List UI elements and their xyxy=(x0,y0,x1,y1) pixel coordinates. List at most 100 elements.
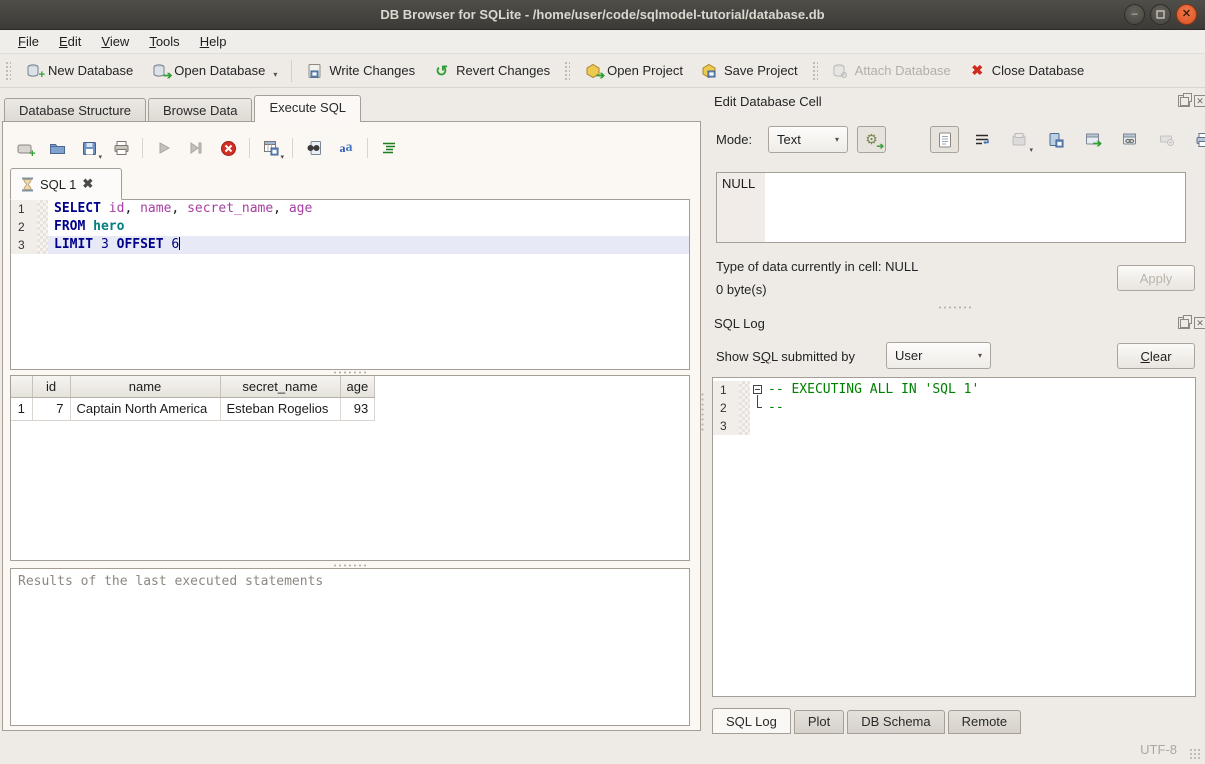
cell-value-editor[interactable]: NULL xyxy=(716,172,1186,243)
toolbar-drag-handle[interactable] xyxy=(812,61,818,81)
auto-switch-mode-button[interactable]: ⚙ ➔ xyxy=(857,126,886,153)
set-null-button[interactable] xyxy=(1152,126,1181,153)
print-cell-button[interactable] xyxy=(1189,126,1205,153)
cell-value: NULL xyxy=(717,173,765,242)
mode-select[interactable]: Text▾ xyxy=(768,126,848,153)
attach-database-button[interactable]: Attach Database xyxy=(823,58,960,83)
print-button[interactable] xyxy=(108,136,134,160)
table-row[interactable]: 1 7 Captain North America Esteban Rogeli… xyxy=(11,397,375,420)
menu-help[interactable]: Help xyxy=(190,31,237,52)
column-header-secret-name[interactable]: secret_name xyxy=(220,376,340,397)
column-header-age[interactable]: age xyxy=(340,376,375,397)
maximize-icon[interactable] xyxy=(1150,4,1171,25)
write-changes-icon xyxy=(306,62,323,79)
copy-link-button[interactable] xyxy=(1115,126,1144,153)
sql-token: SELECT xyxy=(54,201,101,216)
import-data-button[interactable]: ▾ xyxy=(1004,126,1033,153)
import-data-icon xyxy=(1010,131,1027,148)
text-cursor xyxy=(179,237,180,250)
close-dock-icon[interactable]: ✕ xyxy=(1194,317,1205,329)
fold-margin xyxy=(37,200,48,218)
open-sql-file-button[interactable] xyxy=(44,136,70,160)
stop-button[interactable] xyxy=(215,136,241,160)
format-sql-button[interactable] xyxy=(376,136,402,160)
sql-editor-toolbar: + ▾ xyxy=(12,136,402,160)
chevron-down-icon: ▾ xyxy=(835,135,839,144)
save-sql-file-button[interactable]: ▾ xyxy=(76,136,102,160)
revert-changes-button[interactable]: ↺ Revert Changes xyxy=(424,58,559,83)
close-database-button[interactable]: ✖ Close Database xyxy=(960,58,1094,83)
execute-line-button[interactable] xyxy=(183,136,209,160)
fold-marker[interactable] xyxy=(750,381,766,399)
sql-editor[interactable]: 1 SELECT id, name, secret_name, age 2 FR… xyxy=(10,199,690,370)
cell-name[interactable]: Captain North America xyxy=(70,397,220,420)
dock-tab-remote[interactable]: Remote xyxy=(948,710,1022,734)
open-external-button[interactable]: ➔ xyxy=(1078,126,1107,153)
clear-log-button[interactable]: Clear xyxy=(1117,343,1195,369)
toolbar-separator xyxy=(292,138,293,158)
dock-tab-db-schema[interactable]: DB Schema xyxy=(847,710,944,734)
open-database-dropdown-icon[interactable]: ▾ xyxy=(273,70,277,79)
row-number: 1 xyxy=(11,397,32,420)
close-dock-icon[interactable]: ✕ xyxy=(1194,95,1205,107)
export-data-button[interactable] xyxy=(1041,126,1070,153)
new-database-button[interactable]: + New Database xyxy=(16,58,142,83)
find-button[interactable] xyxy=(301,136,327,160)
attach-database-icon xyxy=(832,62,849,79)
dock-tab-sql-log[interactable]: SQL Log xyxy=(712,708,791,734)
toolbar-drag-handle[interactable] xyxy=(564,61,570,81)
export-data-icon xyxy=(1047,131,1064,148)
tab-browse-data[interactable]: Browse Data xyxy=(148,98,252,122)
menu-edit[interactable]: Edit xyxy=(49,31,91,52)
title-bar[interactable]: DB Browser for SQLite - /home/user/code/… xyxy=(0,0,1205,30)
close-database-icon: ✖ xyxy=(969,62,986,79)
cell-secret-name[interactable]: Esteban Rogelios xyxy=(220,397,340,420)
menu-view[interactable]: View xyxy=(91,31,139,52)
apply-button[interactable]: Apply xyxy=(1117,265,1195,291)
tab-database-structure[interactable]: Database Structure xyxy=(4,98,146,122)
log-line-1: 1 -- EXECUTING ALL IN 'SQL 1' xyxy=(713,381,1195,399)
new-sql-tab-icon: + xyxy=(17,140,34,157)
tab-execute-sql[interactable]: Execute SQL xyxy=(254,95,361,122)
cell-type-text: Type of data currently in cell: NULL xyxy=(716,259,918,274)
log-filter-select[interactable]: User▾ xyxy=(886,342,991,369)
save-sql-dropdown-icon[interactable]: ▾ xyxy=(98,153,102,161)
text-mode-button[interactable] xyxy=(930,126,959,153)
float-dock-icon[interactable] xyxy=(1178,95,1190,107)
resize-grip[interactable] xyxy=(1189,748,1201,760)
toolbar-drag-handle[interactable] xyxy=(5,61,11,81)
open-database-button[interactable]: ➔ Open Database ▾ xyxy=(142,58,286,83)
close-icon[interactable]: ✕ xyxy=(1176,4,1197,25)
save-results-dropdown-icon[interactable]: ▾ xyxy=(280,153,284,161)
menu-file[interactable]: File xyxy=(8,31,49,52)
word-wrap-button[interactable] xyxy=(967,126,996,153)
minimize-icon[interactable]: – xyxy=(1124,4,1145,25)
column-header-name[interactable]: name xyxy=(70,376,220,397)
corner-header[interactable] xyxy=(11,376,32,397)
panel-splitter-handle[interactable] xyxy=(700,392,705,432)
column-header-id[interactable]: id xyxy=(32,376,70,397)
write-changes-button[interactable]: Write Changes xyxy=(297,58,424,83)
dock-tab-plot[interactable]: Plot xyxy=(794,710,844,734)
revert-changes-icon: ↺ xyxy=(433,62,450,79)
cell-age[interactable]: 93 xyxy=(340,397,375,420)
execute-all-button[interactable] xyxy=(151,136,177,160)
sql-document-tab[interactable]: SQL 1 ✖ xyxy=(10,168,122,200)
save-results-button[interactable]: ▾ xyxy=(258,136,284,160)
sql-token: name xyxy=(140,201,171,216)
splitter-handle[interactable] xyxy=(938,305,972,310)
results-grid[interactable]: id name secret_name age 1 7 Captain Nort… xyxy=(10,375,690,561)
sql-log-editor[interactable]: 1 -- EXECUTING ALL IN 'SQL 1' 2 -- 3 xyxy=(712,377,1196,697)
float-dock-icon[interactable] xyxy=(1178,317,1190,329)
new-sql-tab-button[interactable]: + xyxy=(12,136,38,160)
new-database-icon: + xyxy=(25,62,42,79)
save-project-button[interactable]: Save Project xyxy=(692,58,807,83)
execution-messages[interactable]: Results of the last executed statements xyxy=(10,568,690,726)
close-sql-tab-icon[interactable]: ✖ xyxy=(82,176,93,192)
cell-id[interactable]: 7 xyxy=(32,397,70,420)
cell-size-text: 0 byte(s) xyxy=(716,282,767,297)
menu-tools[interactable]: Tools xyxy=(139,31,189,52)
open-project-button[interactable]: ➔ Open Project xyxy=(575,58,692,83)
open-external-icon: ➔ xyxy=(1084,131,1101,148)
autocomplete-button[interactable]: aa xyxy=(333,136,359,160)
